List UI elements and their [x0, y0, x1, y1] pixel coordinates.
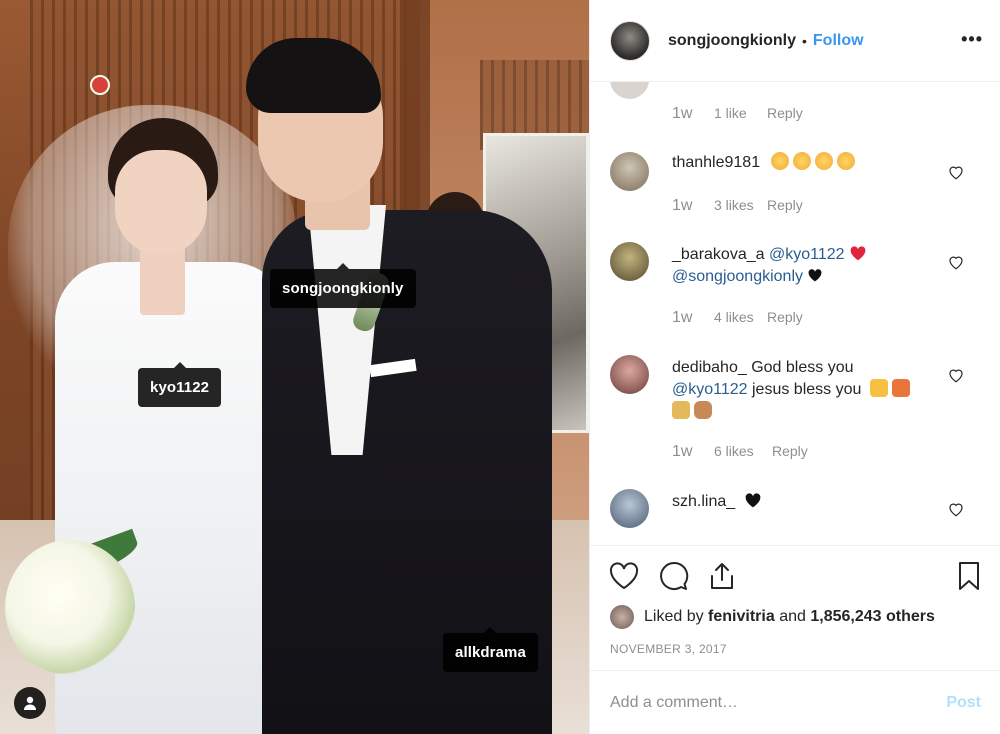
comment-avatar[interactable] — [610, 82, 649, 99]
comment-text: thanhle9181 — [672, 152, 945, 174]
likes-count[interactable]: 1,856,243 others — [810, 608, 935, 626]
user-tags-icon[interactable] — [14, 687, 46, 719]
liked-by: Liked by fenivitria and 1,856,243 others — [610, 604, 935, 630]
share-icon[interactable] — [706, 560, 738, 592]
disappointed-face-icon — [770, 152, 789, 170]
reply-button[interactable]: Reply — [772, 443, 808, 461]
family-icon — [672, 401, 690, 419]
comment-mention[interactable]: @songjoongkionly — [672, 268, 803, 285]
comment-avatar[interactable] — [610, 355, 649, 394]
comment-avatar[interactable] — [610, 152, 649, 191]
disappointed-face-icon — [836, 152, 855, 170]
post-sidebar: songjoongkionly • Follow ••• 1w 1 like R… — [589, 0, 1000, 734]
bouquet — [5, 540, 135, 675]
disappointed-face-icon — [814, 152, 833, 170]
post-header: songjoongkionly • Follow ••• — [590, 0, 1000, 82]
comment-text: szh.lina_ — [672, 491, 945, 513]
comment-time[interactable]: 1w — [672, 443, 714, 461]
author-username[interactable]: songjoongkionly — [668, 32, 796, 50]
comment-meta: 1w 6 likes Reply — [672, 443, 808, 461]
more-options-icon[interactable]: ••• — [961, 29, 983, 50]
liked-by-and: and — [779, 608, 806, 625]
comments-list[interactable]: 1w 1 like Reply thanhle9181 1w 3 likes R… — [590, 82, 1000, 544]
black-heart-icon — [745, 493, 760, 508]
liked-by-prefix: Liked by — [644, 608, 704, 625]
like-comment-heart-icon[interactable] — [947, 163, 965, 181]
author-avatar[interactable] — [610, 20, 650, 61]
exit-sign — [90, 75, 110, 95]
reply-button[interactable]: Reply — [767, 197, 803, 215]
photo-tag-kyo1122[interactable]: kyo1122 — [138, 362, 222, 407]
comment-body: jesus bless you — [752, 381, 862, 398]
comment-likes[interactable]: 4 likes — [714, 309, 767, 327]
comment-body: God bless you — [751, 359, 854, 376]
black-heart-icon — [809, 269, 822, 282]
header-separator: • — [802, 32, 807, 49]
comment-username[interactable]: szh.lina_ — [672, 493, 735, 510]
comment-bubble-icon[interactable] — [658, 560, 690, 592]
bookmark-icon[interactable] — [953, 560, 985, 592]
comment-mention[interactable]: @kyo1122 — [769, 246, 845, 263]
follow-button[interactable]: Follow — [813, 32, 864, 50]
comment-avatar[interactable] — [610, 489, 649, 528]
folded-hands-icon — [869, 379, 888, 397]
like-comment-heart-icon[interactable] — [947, 366, 965, 384]
comment-username[interactable]: _barakova_a — [672, 246, 765, 263]
comment-likes[interactable]: 3 likes — [714, 197, 767, 215]
comment-text: dedibaho_ God bless you @kyo1122 jesus b… — [672, 357, 945, 423]
reply-button[interactable]: Reply — [767, 105, 803, 123]
comment-meta: 1w 1 like Reply — [672, 105, 803, 123]
photo-tag-songjoongkionly[interactable]: songjoongkionly — [270, 263, 416, 308]
comment-username[interactable]: dedibaho_ — [672, 359, 747, 376]
photo-tag-allkdrama[interactable]: allkdrama — [443, 627, 538, 672]
liker-username[interactable]: fenivitria — [708, 608, 775, 626]
comment-time[interactable]: 1w — [672, 197, 714, 215]
comment-meta: 1w 4 likes Reply — [672, 309, 803, 327]
add-comment-bar: Post — [590, 670, 1000, 734]
post-comment-button[interactable]: Post — [946, 694, 981, 712]
bride-neck — [140, 245, 185, 315]
comment-text: _barakova_a @kyo1122 @songjoongkionly — [672, 244, 945, 288]
comment-meta: 1w 3 likes Reply — [672, 197, 803, 215]
red-heart-icon — [850, 246, 866, 261]
comment-likes[interactable]: 1 like — [714, 105, 767, 123]
two-hearts-icon — [891, 379, 910, 397]
ear-with-hearing-aid-icon — [694, 401, 712, 419]
like-comment-heart-icon[interactable] — [947, 253, 965, 271]
comment-input[interactable] — [610, 691, 930, 715]
like-comment-heart-icon[interactable] — [947, 500, 965, 518]
like-heart-icon[interactable] — [608, 560, 640, 592]
comment-mention[interactable]: @kyo1122 — [672, 381, 748, 398]
comment-likes[interactable]: 6 likes — [714, 443, 772, 461]
bride-face — [115, 150, 207, 255]
post-photo[interactable]: kyo1122 songjoongkionly allkdrama — [0, 0, 589, 734]
post-date[interactable]: NOVEMBER 3, 2017 — [610, 642, 727, 656]
disappointed-face-icon — [792, 152, 811, 170]
liker-avatar[interactable] — [610, 605, 634, 629]
comment-time[interactable]: 1w — [672, 105, 714, 123]
comment-avatar[interactable] — [610, 242, 649, 281]
reply-button[interactable]: Reply — [767, 309, 803, 327]
comment-time[interactable]: 1w — [672, 309, 714, 327]
comment-username[interactable]: thanhle9181 — [672, 154, 760, 171]
